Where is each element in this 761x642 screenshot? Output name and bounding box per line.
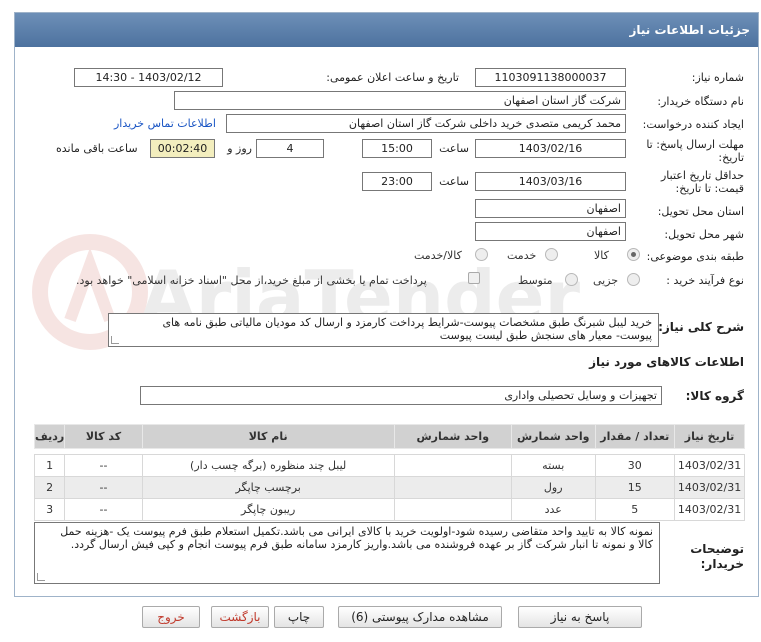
process-medium-label: متوسط	[518, 274, 553, 287]
category-goods-service-label: کالا/خدمت	[414, 249, 462, 262]
process-minor-label: جزیی	[593, 274, 619, 287]
goods-section-title: اطلاعات کالاهای مورد نیاز	[589, 355, 744, 369]
cell-goods-code: --	[64, 498, 143, 521]
cell-goods-name: برچسب چاپگر	[141, 476, 395, 499]
cell-need-date: 1403/02/31	[674, 454, 745, 477]
province-field: اصفهان	[475, 199, 626, 218]
validity-time-field: 23:00	[362, 172, 432, 191]
category-service-radio[interactable]	[545, 248, 558, 261]
col-row: ردیف	[33, 424, 66, 449]
cell-need-date: 1403/02/31	[674, 498, 745, 521]
reply-button[interactable]: پاسخ به نیاز	[518, 606, 642, 628]
cell-goods-name: لیبل چند منظوره (برگه چسب دار)	[141, 454, 395, 477]
reply-time-field: 15:00	[362, 139, 432, 158]
cell-quantity: 5	[594, 498, 676, 521]
buyer-notes-content: نمونه کالا به تایید واحد متقاضی رسیده شو…	[60, 525, 653, 551]
validity-date-field: 1403/03/16	[475, 172, 626, 191]
reply-time-label: ساعت	[439, 142, 469, 155]
price-validity-label-2: قیمت: تا تاریخ:	[675, 182, 744, 195]
table-row: 1403/02/31 15 رول برچسب چاپگر -- 2	[33, 476, 745, 499]
validity-time-label: ساعت	[439, 175, 469, 188]
cell-goods-code: --	[64, 476, 143, 499]
summary-text: خرید لیبل شبرنگ طبق مشخصات پیوست-شرایط پ…	[108, 313, 659, 347]
cell-row: 2	[33, 476, 66, 499]
table-row: 1403/02/31 5 عدد ریبون چاپگر -- 3	[33, 498, 745, 521]
buyer-notes-text: نمونه کالا به تایید واحد متقاضی رسیده شو…	[34, 522, 660, 584]
resize-handle[interactable]	[111, 336, 119, 344]
cell-goods-name: ریبون چاپگر	[141, 498, 395, 521]
reply-deadline-label-2: تاریخ:	[718, 151, 744, 164]
buyer-notes-label-2: خریدار:	[700, 557, 744, 571]
cell-row: 3	[33, 498, 66, 521]
days-label: روز و	[227, 142, 252, 155]
cell-quantity: 30	[594, 454, 676, 477]
category-goods-label: کالا	[594, 249, 609, 262]
cell-unit: رول	[510, 476, 596, 499]
col-goods-code: کد کالا	[64, 424, 143, 449]
buyer-contact-link[interactable]: اطلاعات تماس خریدار	[114, 117, 216, 130]
summary-text-content: خرید لیبل شبرنگ طبق مشخصات پیوست-شرایط پ…	[162, 316, 652, 342]
items-table: تاریخ نیاز تعداد / مقدار واحد شمارش واحد…	[33, 424, 745, 521]
process-medium-radio[interactable]	[565, 273, 578, 286]
cell-quantity: 15	[594, 476, 676, 499]
days-field: 4	[256, 139, 324, 158]
cell-row: 1	[33, 454, 66, 477]
col-need-date: تاریخ نیاز	[674, 424, 745, 449]
resize-handle[interactable]	[37, 573, 45, 581]
col-goods-name: نام کالا	[141, 424, 395, 449]
creator-field: محمد کریمی متصدی خرید داخلی شرکت گاز است…	[226, 114, 626, 133]
cell-goods-code: --	[64, 454, 143, 477]
back-button[interactable]: بازگشت	[211, 606, 269, 628]
need-number-field: 1103091138000037	[475, 68, 626, 87]
remaining-time-label: ساعت باقی مانده	[56, 142, 138, 155]
need-number-label: شماره نیاز:	[691, 71, 744, 84]
col-quantity: تعداد / مقدار	[594, 424, 676, 449]
exit-button[interactable]: خروج	[142, 606, 200, 628]
reply-date-field: 1403/02/16	[475, 139, 626, 158]
cell-need-date: 1403/02/31	[674, 476, 745, 499]
buyer-org-label: نام دستگاه خریدار:	[657, 95, 744, 108]
treasury-payment-checkbox[interactable]	[468, 272, 480, 284]
process-label: نوع فرآیند خرید :	[666, 274, 744, 287]
summary-label: شرح کلی نیاز:	[658, 320, 744, 334]
category-goods-service-radio[interactable]	[475, 248, 488, 261]
announce-date-field: 1403/02/12 - 14:30	[74, 68, 223, 87]
treasury-payment-note: پرداخت تمام یا بخشی از مبلغ خرید،از محل …	[76, 274, 427, 287]
category-label: طبقه بندی موضوعی:	[646, 250, 744, 263]
reply-deadline-label: مهلت ارسال پاسخ: تا	[646, 138, 744, 151]
category-goods-radio[interactable]	[627, 248, 640, 261]
process-minor-radio[interactable]	[627, 273, 640, 286]
remaining-time-field: 00:02:40	[150, 139, 215, 158]
city-field: اصفهان	[475, 222, 626, 241]
print-button[interactable]: چاپ	[274, 606, 324, 628]
col-unit: واحد شمارش	[510, 424, 596, 449]
attachments-button[interactable]: مشاهده مدارک پیوستی (6)	[338, 606, 502, 628]
goods-group-label: گروه کالا:	[685, 389, 744, 403]
announce-date-label: تاریخ و ساعت اعلان عمومی:	[326, 71, 459, 84]
cell-unit: عدد	[510, 498, 596, 521]
creator-label: ایجاد کننده درخواست:	[642, 118, 744, 131]
buyer-notes-label: توضیحات	[690, 542, 744, 556]
panel-title: جزئیات اطلاعات نیاز	[15, 13, 758, 47]
category-service-label: خدمت	[507, 249, 537, 262]
goods-group-field: تجهیزات و وسایل تحصیلی واداری	[140, 386, 662, 405]
city-label: شهر محل تحویل:	[664, 228, 744, 241]
province-label: استان محل تحویل:	[657, 205, 744, 218]
cell-unit: بسته	[510, 454, 596, 477]
buyer-org-field: شرکت گاز استان اصفهان	[174, 91, 626, 110]
table-row: 1403/02/31 30 بسته لیبل چند منظوره (برگه…	[33, 454, 745, 477]
price-validity-label: حداقل تاریخ اعتبار	[660, 169, 744, 182]
col-unit-name: واحد شمارش	[393, 424, 512, 449]
